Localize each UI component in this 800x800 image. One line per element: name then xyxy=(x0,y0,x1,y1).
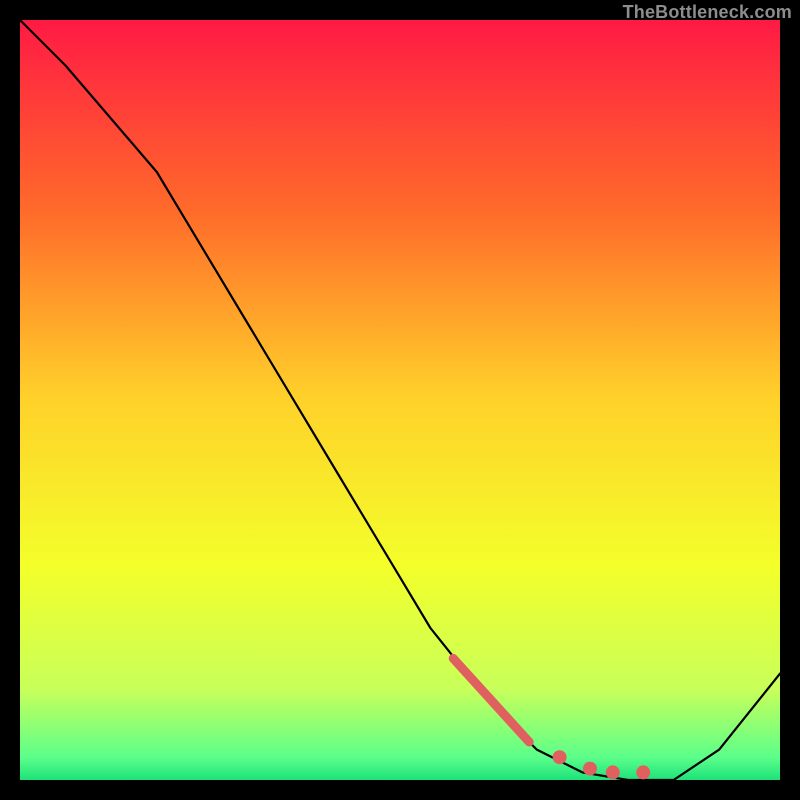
chart-frame xyxy=(0,0,800,800)
point-highlight-dots-2 xyxy=(606,765,620,779)
heatmap-background xyxy=(20,20,780,780)
point-highlight-dots-0 xyxy=(553,750,567,764)
plot-area xyxy=(20,20,780,780)
point-highlight-dots-3 xyxy=(636,765,650,779)
point-highlight-dots-1 xyxy=(583,762,597,776)
plot-svg xyxy=(20,20,780,780)
